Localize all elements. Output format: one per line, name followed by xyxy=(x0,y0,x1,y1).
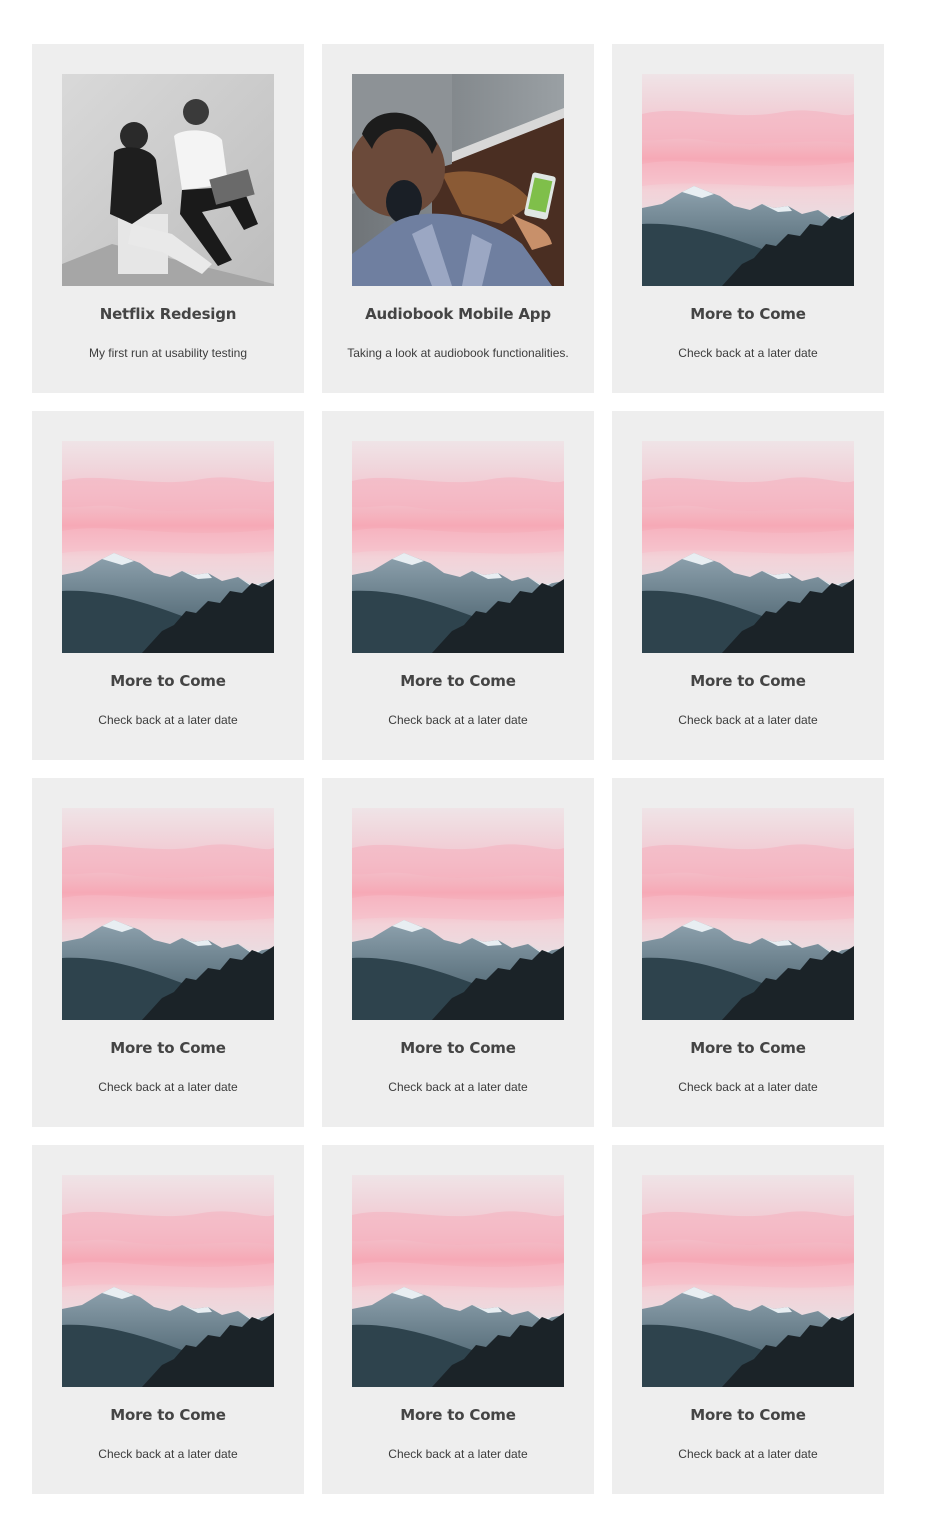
project-title: More to Come xyxy=(690,305,806,323)
project-description: Check back at a later date xyxy=(98,1080,238,1094)
project-card-netflix-redesign[interactable]: Netflix Redesign My first run at usabili… xyxy=(32,44,304,393)
project-description: Check back at a later date xyxy=(388,1080,528,1094)
project-title: More to Come xyxy=(400,1039,516,1057)
project-card-more-to-come[interactable]: More to Come Check back at a later date xyxy=(32,778,304,1127)
usability-testing-photo xyxy=(62,74,274,286)
project-card-more-to-come[interactable]: More to Come Check back at a later date xyxy=(612,44,884,393)
pink-sky-mountain-photo xyxy=(642,808,854,1020)
project-description: Check back at a later date xyxy=(98,713,238,727)
project-card-more-to-come[interactable]: More to Come Check back at a later date xyxy=(612,411,884,760)
project-card-more-to-come[interactable]: More to Come Check back at a later date xyxy=(32,411,304,760)
project-card-more-to-come[interactable]: More to Come Check back at a later date xyxy=(322,411,594,760)
project-title: More to Come xyxy=(110,1039,226,1057)
project-title: Audiobook Mobile App xyxy=(365,305,551,323)
pink-sky-mountain-photo xyxy=(62,441,274,653)
project-description: Check back at a later date xyxy=(678,1080,818,1094)
pink-sky-mountain-photo xyxy=(642,441,854,653)
project-description: Check back at a later date xyxy=(678,1447,818,1461)
pink-sky-mountain-photo xyxy=(62,1175,274,1387)
project-card-more-to-come[interactable]: More to Come Check back at a later date xyxy=(612,1145,884,1494)
project-description: Check back at a later date xyxy=(678,713,818,727)
projects-grid: Netflix Redesign My first run at usabili… xyxy=(32,44,884,1494)
pink-sky-mountain-photo xyxy=(352,808,564,1020)
pink-sky-mountain-photo xyxy=(642,74,854,286)
project-title: More to Come xyxy=(690,672,806,690)
project-title: More to Come xyxy=(110,672,226,690)
project-card-more-to-come[interactable]: More to Come Check back at a later date xyxy=(612,778,884,1127)
headphones-phone-photo xyxy=(352,74,564,286)
project-title: More to Come xyxy=(690,1406,806,1424)
project-description: Check back at a later date xyxy=(388,713,528,727)
project-description: Check back at a later date xyxy=(98,1447,238,1461)
project-title: More to Come xyxy=(400,672,516,690)
pink-sky-mountain-photo xyxy=(642,1175,854,1387)
project-title: More to Come xyxy=(400,1406,516,1424)
project-description: My first run at usability testing xyxy=(88,346,248,360)
project-description: Check back at a later date xyxy=(388,1447,528,1461)
project-title: More to Come xyxy=(110,1406,226,1424)
pink-sky-mountain-photo xyxy=(62,808,274,1020)
project-card-audiobook-mobile-app[interactable]: Audiobook Mobile App Taking a look at au… xyxy=(322,44,594,393)
project-description: Check back at a later date xyxy=(678,346,818,360)
project-card-more-to-come[interactable]: More to Come Check back at a later date xyxy=(322,778,594,1127)
project-card-more-to-come[interactable]: More to Come Check back at a later date xyxy=(32,1145,304,1494)
pink-sky-mountain-photo xyxy=(352,441,564,653)
project-card-more-to-come[interactable]: More to Come Check back at a later date xyxy=(322,1145,594,1494)
project-title: More to Come xyxy=(690,1039,806,1057)
project-title: Netflix Redesign xyxy=(99,305,237,323)
pink-sky-mountain-photo xyxy=(352,1175,564,1387)
project-description: Taking a look at audiobook functionaliti… xyxy=(347,346,569,360)
